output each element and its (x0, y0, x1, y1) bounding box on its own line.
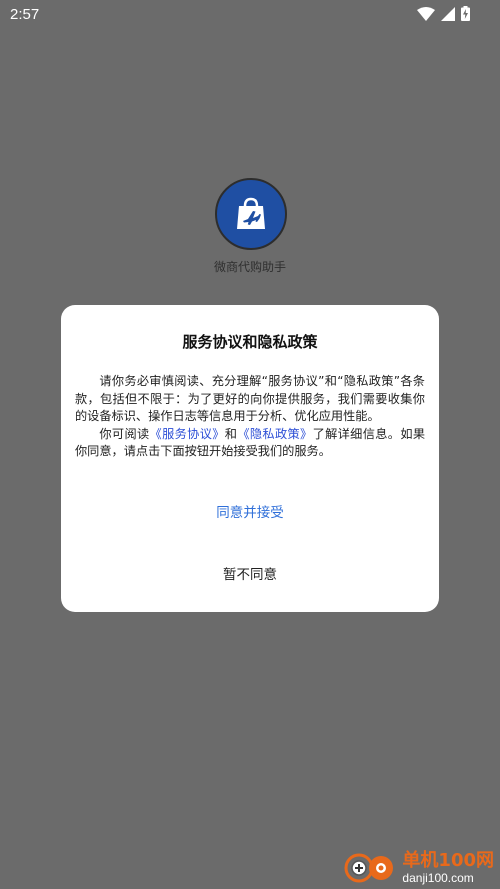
shopping-bag-plane-icon (237, 197, 265, 229)
service-agreement-link[interactable]: 《服务协议》 (150, 427, 225, 441)
p2-and: 和 (224, 426, 238, 441)
status-icons (417, 6, 470, 21)
status-bar: 2:57 (0, 0, 500, 30)
watermark: 单机100网 danji100.com (344, 851, 494, 885)
watermark-logo-icon (344, 852, 396, 884)
app-name: 微商代购助手 (213, 260, 286, 274)
disagree-button[interactable]: 暂不同意 (61, 563, 439, 583)
watermark-url: danji100.com (402, 871, 474, 885)
signal-icon (441, 6, 455, 21)
battery-charging-icon (461, 6, 470, 21)
watermark-brand: 单机100网 (402, 850, 494, 871)
app-logo (215, 178, 287, 250)
p2-prefix: 你可阅读 (99, 426, 150, 441)
agree-button[interactable]: 同意并接受 (61, 501, 439, 521)
watermark-text: 单机100网 danji100.com (402, 850, 494, 886)
privacy-dialog: 服务协议和隐私政策 请你务必审慎阅读、充分理解“服务协议”和“隐私政策”各条款，… (61, 305, 439, 612)
privacy-policy-link[interactable]: 《隐私政策》 (237, 427, 312, 441)
dialog-paragraph-1: 请你务必审慎阅读、充分理解“服务协议”和“隐私政策”各条款，包括但不限于：为了更… (75, 374, 425, 423)
status-time: 2:57 (10, 6, 40, 23)
dialog-title: 服务协议和隐私政策 (182, 333, 318, 351)
wifi-icon (417, 6, 435, 21)
dialog-paragraph-2: 你可阅读《服务协议》和《隐私政策》了解详细信息。如果你同意，请点击下面按钮开始接… (75, 426, 425, 461)
dialog-body: 请你务必审慎阅读、充分理解“服务协议”和“隐私政策”各条款，包括但不限于：为了更… (75, 373, 425, 461)
